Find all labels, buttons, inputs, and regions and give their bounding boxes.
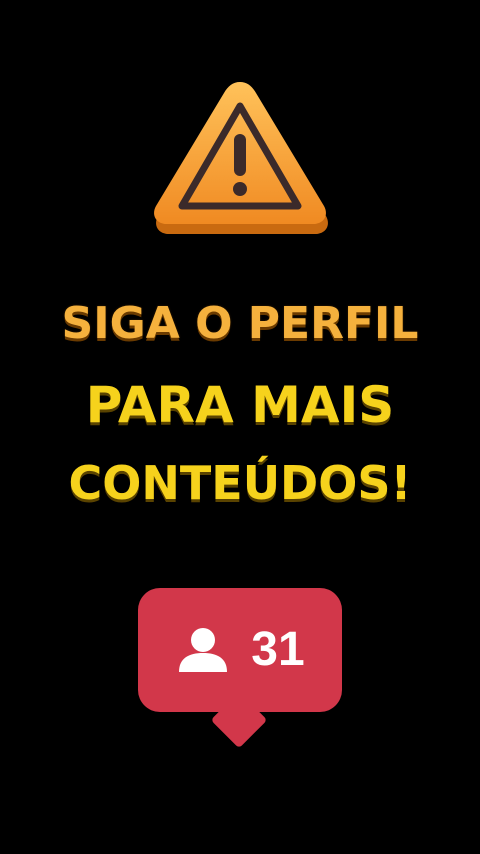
headline-line-1: SIGA O PERFIL <box>61 298 419 349</box>
follower-count: 31 <box>251 623 305 676</box>
headline-line-3: CONTEÚDOS! <box>68 456 412 510</box>
warning-triangle-icon <box>148 72 332 236</box>
follower-count-badge: 31 <box>138 588 342 712</box>
person-icon <box>175 626 231 674</box>
headline-line-2: PARA MAIS <box>85 376 395 434</box>
